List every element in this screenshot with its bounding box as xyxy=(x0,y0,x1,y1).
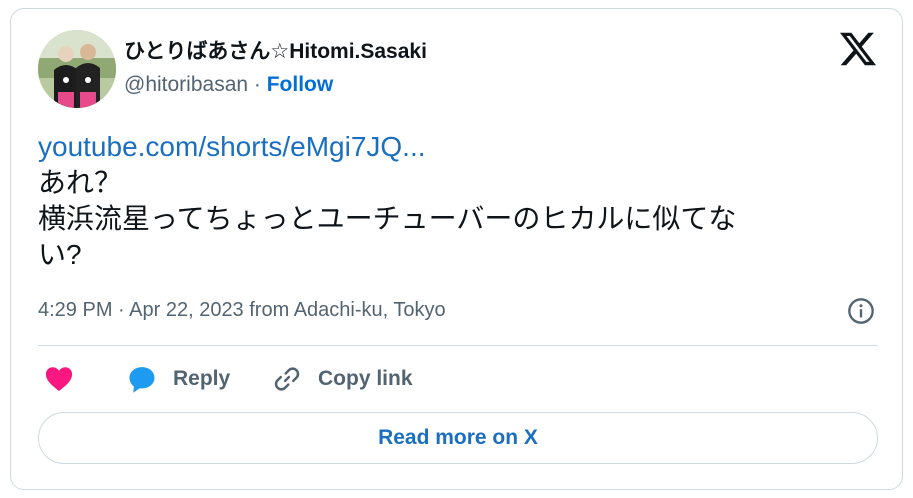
link-icon xyxy=(274,367,300,391)
reply-button[interactable]: Reply xyxy=(127,359,230,399)
tweet-text: youtube.com/shorts/eMgi7JQ... あれ？ 横浜流星って… xyxy=(38,129,878,273)
reply-label: Reply xyxy=(173,367,231,390)
avatar[interactable] xyxy=(38,30,116,108)
author-handle[interactable]: @hitoribasan xyxy=(124,73,248,96)
info-icon[interactable] xyxy=(847,297,875,325)
tweet-card: ひとりばあさん☆Hitomi.Sasaki @hitoribasan · Fol… xyxy=(10,8,903,490)
tweet-line: あれ？ xyxy=(38,167,123,198)
tweet-line: 横浜流星ってちょっとユーチューバーのヒカルに似てな xyxy=(38,203,737,234)
like-button[interactable] xyxy=(44,359,74,399)
author-handle-line: @hitoribasan · Follow xyxy=(124,73,333,97)
copy-link-label: Copy link xyxy=(318,367,413,390)
tweet-link[interactable]: youtube.com/shorts/eMgi7JQ... xyxy=(38,129,878,165)
divider xyxy=(38,345,878,346)
follow-button[interactable]: Follow xyxy=(267,73,334,96)
heart-icon xyxy=(45,367,73,391)
tweet-line: い? xyxy=(38,239,82,270)
x-logo-icon[interactable] xyxy=(840,31,876,67)
action-bar: Reply Copy link xyxy=(38,359,878,399)
read-more-button[interactable]: Read more on X xyxy=(38,412,878,464)
copy-link-button[interactable]: Copy link xyxy=(272,359,413,399)
author-display-name[interactable]: ひとりばあさん☆Hitomi.Sasaki xyxy=(124,35,427,65)
avatar-photo-icon xyxy=(38,30,116,108)
tweet-timestamp[interactable]: 4:29 PM · Apr 22, 2023 from Adachi-ku, T… xyxy=(38,299,446,322)
handle-separator: · xyxy=(248,73,267,96)
reply-bubble-icon xyxy=(129,367,155,393)
